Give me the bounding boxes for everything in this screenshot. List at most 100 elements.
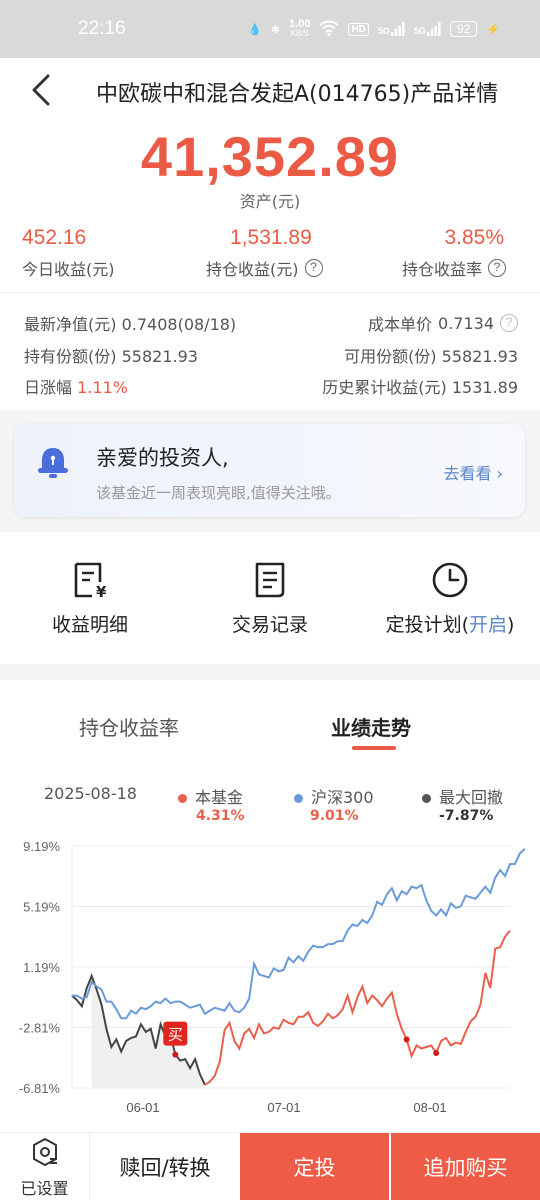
page-title: 中欧碳中和混合发起A(014765)产品详情 bbox=[96, 82, 499, 107]
net-speed-value: 1.00 bbox=[289, 18, 311, 30]
wifi-icon bbox=[319, 20, 340, 39]
earnings-detail-button[interactable]: ¥ 收益明细 bbox=[0, 560, 180, 637]
x-tick-label: 06-01 bbox=[126, 1100, 159, 1115]
y-tick-label: 9.19% bbox=[23, 839, 60, 854]
trade-records-button[interactable]: 交易记录 bbox=[180, 560, 360, 637]
held-shares-value: 55821.93 bbox=[121, 347, 198, 366]
latest-nav-value: 0.7408(08/18) bbox=[121, 315, 237, 334]
performance-section: 持仓收益率 业绩走势 2025-08-18 本基金 4.31% 沪深300 9.… bbox=[0, 680, 540, 1132]
hd-badge: HD bbox=[348, 22, 369, 36]
chevron-right-icon: › bbox=[496, 464, 503, 483]
signal-2-label: 5G bbox=[413, 26, 426, 36]
kpi-rate: 3.85% 持仓收益率? bbox=[402, 226, 507, 280]
legend-fund: 本基金 bbox=[178, 784, 243, 808]
buy-point bbox=[403, 1036, 410, 1043]
list-document-icon bbox=[255, 562, 285, 598]
legend-dot bbox=[178, 794, 187, 803]
svg-text:¥: ¥ bbox=[96, 583, 107, 600]
notice-title: 亲爱的投资人, bbox=[96, 446, 229, 470]
legend-drawdown: 最大回撤 bbox=[422, 784, 503, 808]
help-icon[interactable]: ? bbox=[500, 314, 518, 332]
notice-link-label: 去看看 bbox=[443, 464, 492, 483]
legend-fund-value: 4.31% bbox=[196, 808, 245, 824]
x-tick-label: 07-01 bbox=[267, 1100, 300, 1115]
y-tick-label: 5.19% bbox=[23, 900, 60, 915]
notice-subtitle: 该基金近一周表现亮眼,值得关注哦。 bbox=[96, 484, 341, 502]
cost-price: 成本单价 0.7134? bbox=[368, 311, 518, 335]
status-icons: 💧 ✱ 1.00 KB/S HD 5G 5G 92 ⚡ bbox=[248, 19, 500, 39]
total-asset-value: 41,352.89 bbox=[140, 125, 400, 188]
history-income-label: 历史累计收益(元) bbox=[322, 378, 447, 397]
y-tick-label: -6.81% bbox=[19, 1081, 61, 1096]
investment-plan-text: 定投计划( bbox=[385, 614, 469, 636]
investment-plan-state: 开启 bbox=[468, 614, 507, 636]
notice-card[interactable]: 亲爱的投资人, 该基金近一周表现亮眼,值得关注哦。 去看看 › bbox=[14, 424, 525, 517]
total-asset-label: 资产(元) bbox=[239, 192, 301, 211]
csi300-line bbox=[72, 848, 526, 1020]
add-purchase-button[interactable]: 追加购买 bbox=[391, 1133, 540, 1200]
info-row-3: 日涨幅 1.11% 历史累计收益(元) 1531.89 bbox=[24, 374, 518, 398]
legend-csi300-value: 9.01% bbox=[310, 808, 359, 824]
net-speed: 1.00 KB/S bbox=[289, 19, 310, 39]
buy-point bbox=[172, 1051, 179, 1058]
help-icon[interactable]: ? bbox=[488, 259, 507, 277]
investment-plan-close: ) bbox=[507, 614, 515, 636]
signal-icon-2: 5G bbox=[414, 22, 441, 36]
bottom-action-bar: 已设置 赎回/转换 定投 追加购买 bbox=[0, 1132, 540, 1200]
action-shortcuts: ¥ 收益明细 交易记录 定投计划(开启) bbox=[0, 532, 540, 664]
bluetooth-icon: ✱ bbox=[270, 23, 281, 36]
fixed-investment-button[interactable]: 定投 bbox=[240, 1133, 389, 1200]
held-shares: 持有份额(份) 55821.93 bbox=[24, 343, 198, 367]
legend-drawdown-value: -7.87% bbox=[439, 808, 494, 824]
back-button[interactable] bbox=[24, 72, 60, 108]
latest-nav: 最新净值(元) 0.7408(08/18) bbox=[24, 311, 236, 335]
chart-date: 2025-08-18 bbox=[44, 784, 137, 803]
battery-icon: 92 bbox=[449, 21, 478, 37]
notice-section: 亲爱的投资人, 该基金近一周表现亮眼,值得关注哦。 去看看 › bbox=[0, 410, 540, 532]
kpi-holding: 1,531.89 持仓收益(元)? bbox=[206, 226, 323, 280]
today-income-label: 今日收益(元) bbox=[22, 260, 115, 279]
latest-nav-label: 最新净值(元) bbox=[24, 315, 117, 334]
legend-dot bbox=[422, 794, 431, 803]
settings-label: 已设置 bbox=[20, 1179, 69, 1198]
performance-chart[interactable]: 9.19% 5.19% 1.19% -2.81% -6.81% 06-01 07-01 08-… bbox=[0, 830, 540, 1120]
held-shares-label: 持有份额(份) bbox=[24, 347, 117, 366]
tab-holding-rate[interactable]: 持仓收益率 bbox=[79, 712, 179, 741]
y-tick-label: -2.81% bbox=[19, 1021, 61, 1036]
redeem-convert-button[interactable]: 赎回/转换 bbox=[90, 1133, 240, 1200]
fund-line bbox=[204, 929, 511, 1086]
earnings-document-icon: ¥ bbox=[74, 562, 107, 600]
settings-doc-icon bbox=[32, 1138, 57, 1166]
charging-icon: ⚡ bbox=[486, 23, 500, 36]
daily-change: 日涨幅 1.11% bbox=[24, 374, 128, 398]
settings-button[interactable]: 已设置 bbox=[0, 1133, 90, 1200]
cost-price-label: 成本单价 bbox=[368, 315, 433, 334]
help-icon[interactable]: ? bbox=[304, 259, 323, 277]
tab-performance-trend[interactable]: 业绩走势 bbox=[331, 712, 411, 741]
available-shares-value: 55821.93 bbox=[441, 347, 518, 366]
legend-dot bbox=[294, 794, 303, 803]
daily-change-value: 1.11% bbox=[77, 378, 128, 397]
divider bbox=[0, 292, 540, 293]
net-speed-unit: KB/S bbox=[290, 29, 309, 38]
drawdown-area bbox=[91, 975, 205, 1088]
notice-link[interactable]: 去看看 › bbox=[443, 460, 503, 484]
bell-icon bbox=[38, 448, 68, 478]
info-row-2: 持有份额(份) 55821.93 可用份额(份) 55821.93 bbox=[24, 343, 518, 367]
holding-rate-label: 持仓收益率 bbox=[402, 260, 483, 279]
cost-price-value: 0.7134 bbox=[438, 313, 494, 333]
earnings-detail-label: 收益明细 bbox=[51, 614, 128, 636]
legend-csi300-name: 沪深300 bbox=[311, 788, 374, 807]
buy-marker-label: 买 bbox=[168, 1026, 183, 1044]
history-income: 历史累计收益(元) 1531.89 bbox=[322, 374, 518, 398]
available-shares: 可用份额(份) 55821.93 bbox=[344, 343, 518, 367]
signal-1-label: 5G bbox=[377, 26, 390, 36]
legend-csi300: 沪深300 bbox=[294, 784, 374, 808]
x-tick-label: 08-01 bbox=[413, 1100, 446, 1115]
today-income-value: 452.16 bbox=[22, 226, 87, 249]
info-row-1: 最新净值(元) 0.7408(08/18) 成本单价 0.7134? bbox=[24, 311, 518, 335]
buy-point bbox=[433, 1050, 440, 1057]
y-tick-label: 1.19% bbox=[23, 960, 60, 975]
investment-plan-button[interactable]: 定投计划(开启) bbox=[360, 560, 540, 637]
daily-change-label: 日涨幅 bbox=[24, 378, 73, 397]
